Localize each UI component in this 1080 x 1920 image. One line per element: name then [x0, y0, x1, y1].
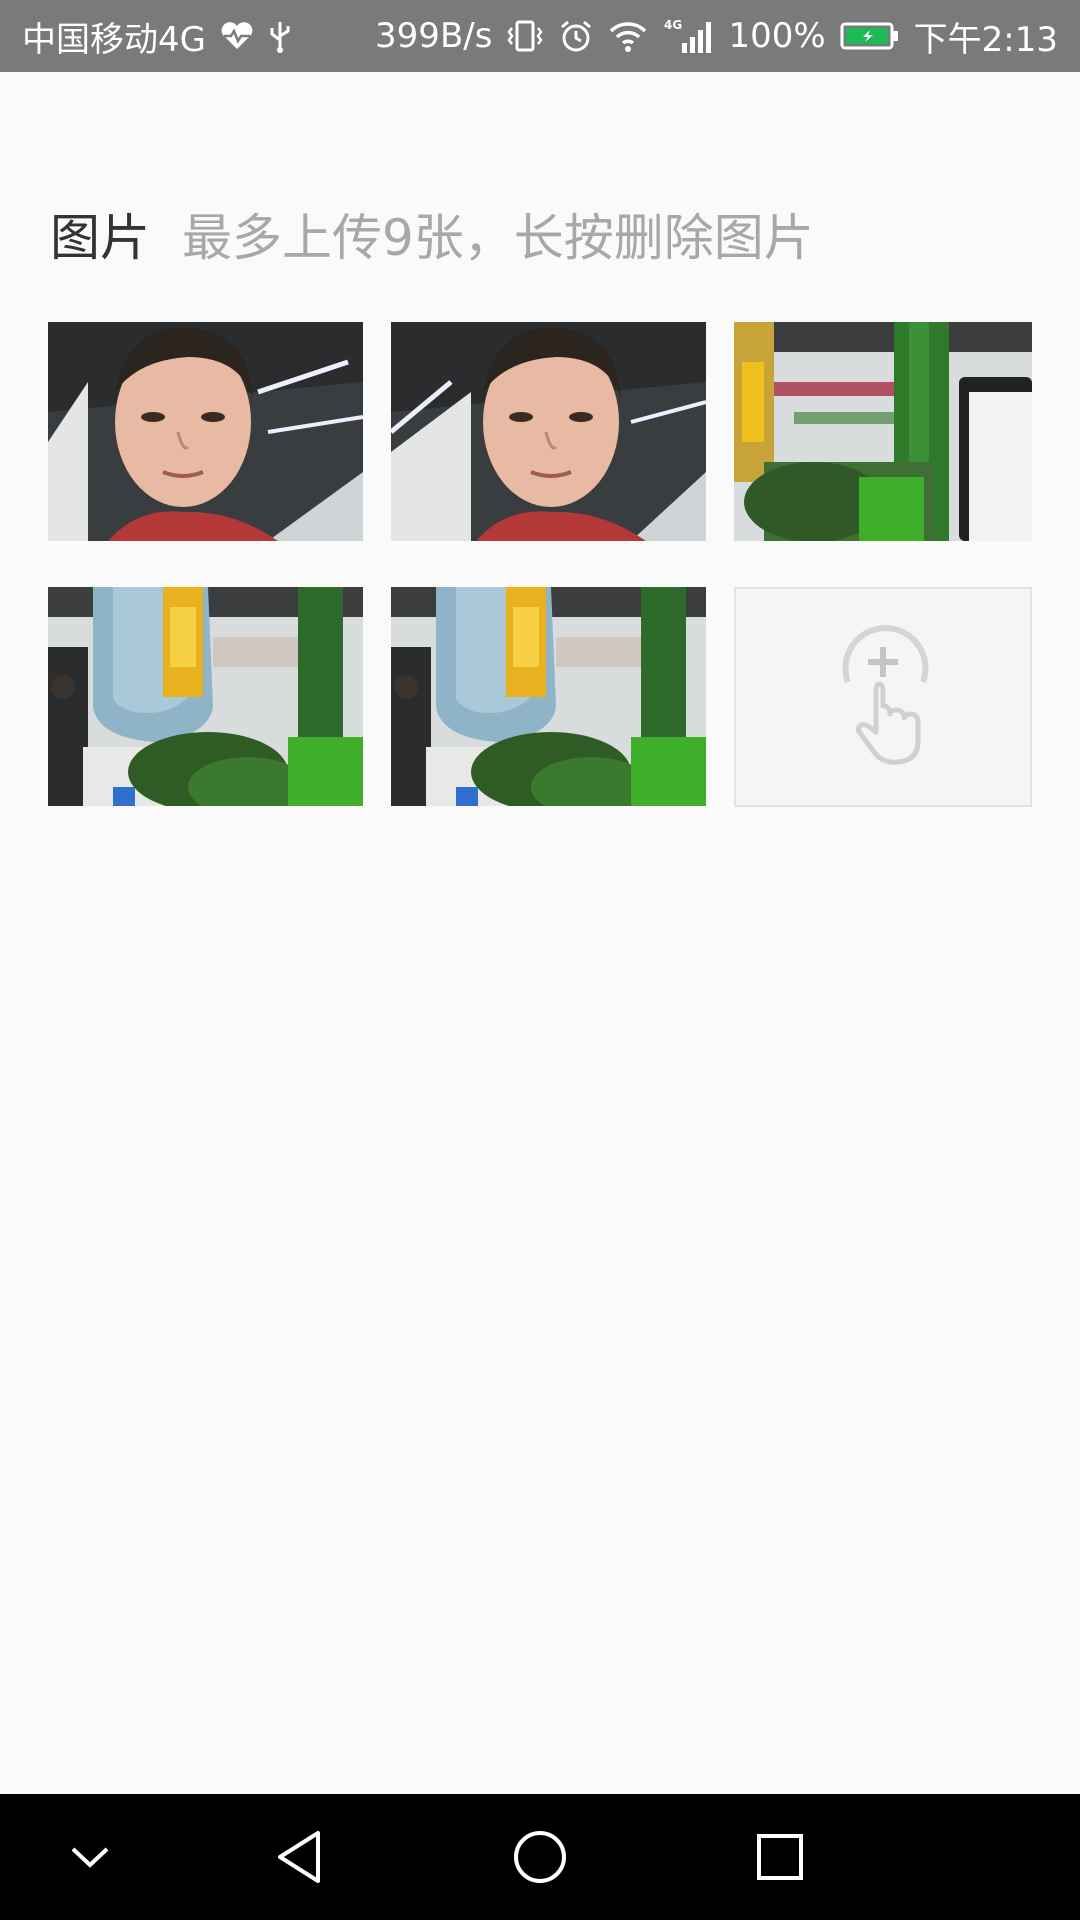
- recents-icon: [757, 1834, 803, 1880]
- clock: 下午2:13: [913, 19, 1058, 60]
- photo-thumbnail[interactable]: [734, 322, 1032, 541]
- photo-thumbnail[interactable]: [48, 587, 363, 806]
- collapse-chevron-icon: [71, 1847, 109, 1868]
- selfie-photo-icon: [48, 322, 363, 541]
- back-icon: [278, 1831, 320, 1883]
- section-title: 图片: [50, 209, 150, 267]
- add-photo-button[interactable]: [734, 587, 1032, 807]
- photo-thumbnail[interactable]: [48, 322, 363, 541]
- battery-icon: [840, 20, 900, 52]
- navigation-bar: [0, 1794, 1080, 1920]
- usb-icon: [268, 18, 292, 54]
- photo-thumbnail[interactable]: [391, 587, 706, 806]
- photo-thumbnail[interactable]: [391, 322, 706, 541]
- recents-button[interactable]: [720, 1794, 840, 1920]
- carrier-label: 中国移动4G: [22, 19, 206, 60]
- section-header: 图片 最多上传9张，长按删除图片: [50, 198, 814, 268]
- selfie-photo-icon: [391, 322, 706, 541]
- heart-icon: [220, 21, 254, 51]
- status-bar: 中国移动4G 399B/s 4G 100% 下午2:13: [0, 0, 1080, 72]
- wifi-icon: [608, 19, 648, 53]
- office-photo-icon: [734, 322, 1032, 541]
- status-right: 399B/s 4G 100% 下午2:13: [375, 12, 1058, 61]
- battery-percent: 100%: [728, 16, 826, 56]
- dispenser-photo-icon: [391, 587, 706, 806]
- back-button[interactable]: [240, 1794, 360, 1920]
- status-left: 中国移动4G: [22, 12, 292, 61]
- home-icon: [514, 1831, 566, 1883]
- dispenser-photo-icon: [48, 587, 363, 806]
- add-photo-tap-icon: [842, 625, 929, 765]
- screen: 中国移动4G 399B/s 4G 100% 下午2:13 图片 最多上传9张，长…: [0, 0, 1080, 1920]
- network-speed: 399B/s: [375, 16, 493, 56]
- photo-grid: [48, 322, 1032, 807]
- upload-hint: 最多上传9张，长按删除图片: [182, 209, 814, 267]
- home-button[interactable]: [480, 1794, 600, 1920]
- alarm-icon: [558, 18, 594, 54]
- network-type-label: 4G: [664, 18, 682, 32]
- signal-icon: 4G: [662, 17, 714, 55]
- collapse-nav-button[interactable]: [30, 1794, 150, 1920]
- vibrate-icon: [506, 18, 544, 54]
